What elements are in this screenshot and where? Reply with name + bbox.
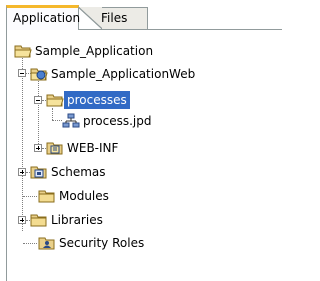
panel-border <box>6 30 7 281</box>
folder-icon <box>30 214 47 227</box>
tab-application[interactable]: Application <box>6 5 81 30</box>
tree-item-label: processes <box>64 91 130 109</box>
open-folder-icon <box>46 94 64 107</box>
library-folder-icon <box>46 142 63 155</box>
tree-item-label: Libraries <box>51 213 103 227</box>
expand-toggle[interactable] <box>18 216 26 224</box>
folder-icon <box>38 190 55 203</box>
process-icon <box>62 113 80 128</box>
tree-connector <box>22 55 23 119</box>
tree-connector <box>23 196 37 197</box>
tree-item-label: Sample_ApplicationWeb <box>51 67 196 81</box>
collapse-toggle[interactable] <box>18 69 26 77</box>
tree-connector <box>23 243 37 244</box>
tree-item-label: Security Roles <box>59 236 145 250</box>
expand-toggle[interactable] <box>34 144 42 152</box>
web-folder-icon <box>30 68 48 81</box>
tree-item-label: Schemas <box>51 165 106 179</box>
tree-item-label: Modules <box>59 189 109 203</box>
tree-connector <box>38 78 39 148</box>
tab-slant <box>78 7 102 29</box>
security-folder-icon <box>38 237 55 250</box>
tree-item-label: Sample_Application <box>35 44 154 58</box>
expand-toggle[interactable] <box>18 168 26 176</box>
tree-item-label: WEB-INF <box>67 141 119 155</box>
tab-files[interactable]: Files <box>78 7 148 29</box>
open-folder-icon <box>14 45 32 58</box>
tab-label: Application <box>13 11 81 25</box>
collapse-toggle[interactable] <box>34 96 42 104</box>
tab-bar: Files Application <box>0 0 282 32</box>
tab-label: Files <box>101 11 128 25</box>
tree-item-label: process.jpd <box>83 114 152 128</box>
schema-folder-icon <box>30 166 47 179</box>
tree-connector <box>52 108 53 120</box>
tree-connector <box>52 120 62 121</box>
